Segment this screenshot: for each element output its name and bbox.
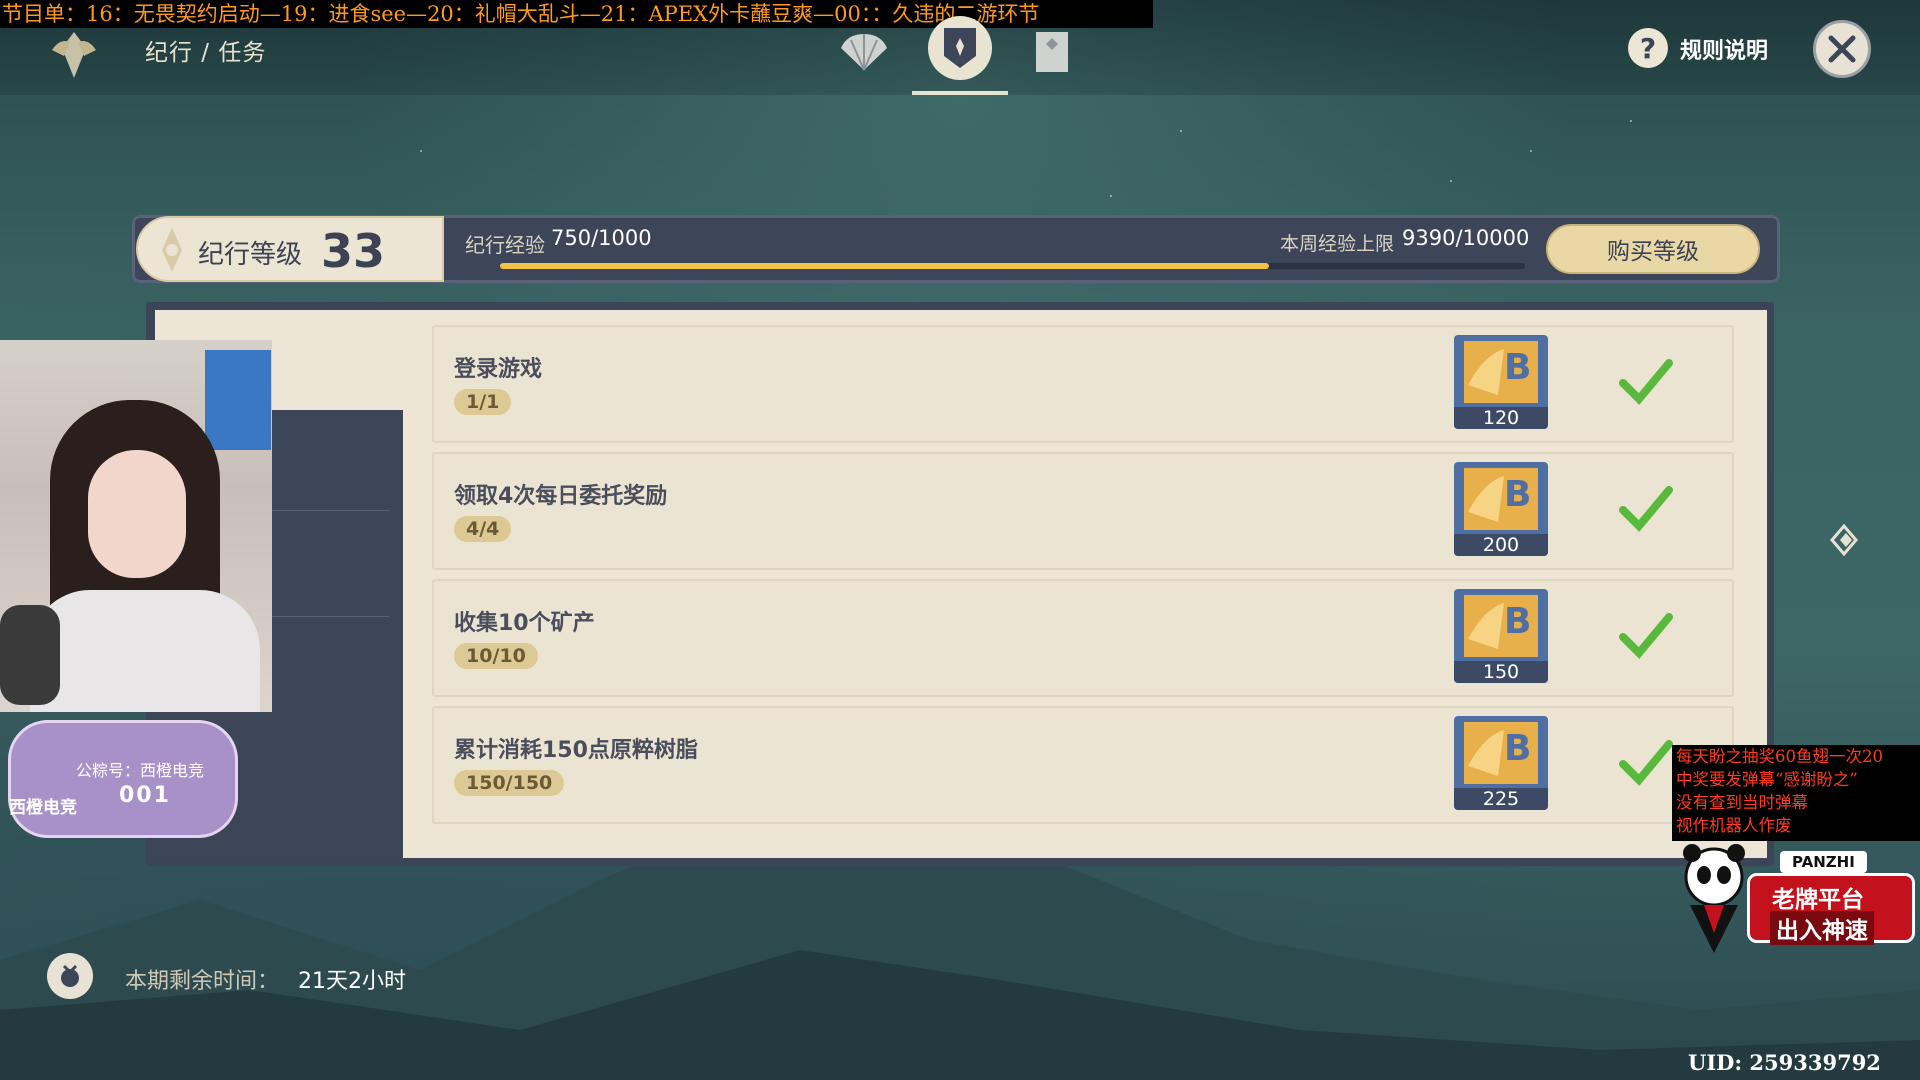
webcam-poster (205, 350, 271, 450)
help-icon[interactable]: ? (1628, 28, 1668, 68)
reward-count: 225 (1454, 788, 1548, 810)
panzhi-slogan-2: 出入神速 (1770, 911, 1874, 945)
svg-text:B: B (1504, 601, 1531, 642)
svg-text:B: B (1504, 347, 1531, 388)
webcam-face (88, 450, 186, 578)
hourglass-icon (61, 964, 79, 987)
weekly-exp-label: 本周经验上限 (1280, 233, 1395, 255)
task-card[interactable]: 累计消耗150点原粹树脂 150/150 B 225 (432, 706, 1734, 824)
remaining-time-value: 21天2小时 (298, 969, 406, 994)
reward-count: 200 (1454, 534, 1548, 556)
close-button[interactable] (1813, 20, 1871, 78)
exp-book-icon: B (1464, 341, 1538, 403)
exp-book-icon: B (1464, 468, 1538, 530)
weekly-exp-value: 9390/10000 (1402, 226, 1530, 250)
active-tab-indicator (912, 91, 1008, 95)
completed-check-icon (1619, 740, 1673, 786)
timer-icon (47, 953, 93, 999)
panzhi-brand: PANZHI (1780, 851, 1867, 873)
task-card[interactable]: 收集10个矿产 10/10 B 150 (432, 579, 1734, 697)
remaining-time-label: 本期剩余时间： (125, 969, 280, 994)
panzhi-slogan-1: 老牌平台 (1772, 887, 1864, 913)
task-progress: 4/4 (454, 516, 512, 542)
panzhi-ad: PANZHI 老牌平台 出入神速 (1672, 843, 1920, 955)
danmu-line: 视作机器人作废 (1676, 816, 1792, 835)
shell-icon (841, 34, 887, 71)
task-title: 收集10个矿产 (454, 611, 595, 636)
panda-mascot-icon (1683, 844, 1745, 953)
close-icon (1828, 35, 1856, 63)
task-card[interactable]: 领取4次每日委托奖励 4/4 B 200 (432, 452, 1734, 570)
danmu-line: 中奖要发弹幕“感谢盼之” (1676, 770, 1858, 789)
next-page-arrow-icon[interactable] (1826, 518, 1860, 562)
exp-book-icon: B (1464, 595, 1538, 657)
reward-item[interactable]: B 150 (1454, 589, 1548, 683)
channel-name: 公粽号：西橙电竞 (76, 761, 205, 780)
completed-check-icon (1619, 359, 1673, 405)
reward-item[interactable]: B 225 (1454, 716, 1548, 810)
channel-brand: 西橙电竞 (9, 798, 77, 818)
exp-progress-track (500, 263, 1525, 269)
player-uid: UID: 259339792 (1688, 1050, 1881, 1075)
exp-book-icon: B (1464, 722, 1538, 784)
breadcrumb: 纪行 / 任务 (145, 40, 267, 66)
danmu-notice: 每天盼之抽奖60鱼翅一次20 中奖要发弹幕“感谢盼之” 没有查到当时弹幕 视作机… (1672, 745, 1920, 841)
completed-check-icon (1619, 613, 1673, 659)
danmu-line: 没有查到当时弹幕 (1676, 793, 1808, 812)
exp-label: 纪行经验 (465, 233, 545, 257)
task-title: 累计消耗150点原粹树脂 (454, 738, 698, 763)
task-title: 领取4次每日委托奖励 (454, 484, 668, 509)
exp-value: 750/1000 (551, 226, 652, 250)
danmu-line: 每天盼之抽奖60鱼翅一次20 (1676, 747, 1883, 766)
reward-count: 120 (1454, 407, 1548, 429)
webcam-body (30, 590, 260, 712)
tab-shell[interactable] (834, 22, 894, 82)
buy-level-button[interactable]: 购买等级 (1546, 224, 1760, 274)
badge-icon (944, 28, 976, 68)
rules-button[interactable]: 规则说明 (1680, 33, 1768, 65)
channel-badge: 公粽号：西橙电竞 西橙电竞 001 (8, 720, 238, 838)
task-title: 登录游戏 (454, 357, 543, 382)
level-label: 纪行等级 (198, 240, 303, 270)
streamer-webcam (0, 340, 272, 712)
svg-text:B: B (1504, 474, 1531, 515)
level-box: 纪行等级 33 (136, 216, 444, 282)
task-progress: 1/1 (454, 389, 512, 415)
scroll-icon (1036, 32, 1068, 72)
channel-number: 001 (119, 783, 171, 808)
reward-item[interactable]: B 200 (1454, 462, 1548, 556)
completed-check-icon (1619, 486, 1673, 532)
tab-scroll[interactable] (1022, 22, 1082, 82)
microphone-icon (0, 605, 60, 705)
task-progress: 150/150 (454, 770, 565, 796)
battle-pass-emblem-icon (52, 32, 96, 78)
task-progress: 10/10 (454, 643, 538, 669)
level-value: 33 (321, 224, 386, 278)
reward-item[interactable]: B 120 (1454, 335, 1548, 429)
task-card[interactable]: 登录游戏 1/1 B 120 (432, 325, 1734, 443)
tab-tasks[interactable] (928, 16, 992, 80)
level-emblem-icon (162, 228, 182, 272)
svg-text:B: B (1504, 728, 1531, 769)
exp-progress-fill (500, 263, 1269, 269)
reward-count: 150 (1454, 661, 1548, 683)
